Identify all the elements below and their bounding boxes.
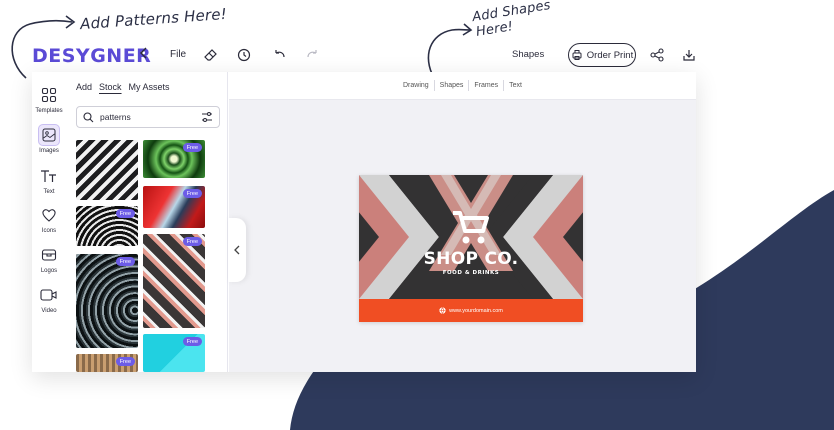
chevron-left-icon	[234, 245, 240, 255]
tab-separator	[433, 80, 435, 91]
free-badge: Free	[115, 209, 135, 218]
sidebar-item-icons[interactable]: Icons	[32, 204, 66, 234]
app-header: DESYGNER File Shapes Order Print	[32, 40, 712, 72]
image-icon	[38, 124, 60, 146]
app-logo: DESYGNER	[32, 45, 152, 67]
assets-panel: Add Stock My Assets patterns Free Free F…	[70, 72, 228, 372]
free-badge: Free	[115, 357, 135, 366]
file-menu[interactable]: File	[170, 49, 186, 60]
search-input[interactable]: patterns	[76, 106, 220, 128]
sidebar-item-label: Icons	[41, 228, 57, 234]
free-badge: Free	[182, 189, 202, 198]
pattern-thumbnail[interactable]: Free	[76, 354, 138, 372]
pattern-thumbnail[interactable]	[76, 140, 138, 200]
sidebar-item-templates[interactable]: Templates	[32, 84, 66, 114]
text-icon	[38, 165, 60, 187]
sidebar-item-label: Text	[43, 189, 55, 195]
video-icon	[38, 284, 60, 306]
pattern-thumbnail[interactable]: Free	[143, 234, 205, 328]
tab-drawing[interactable]: Drawing	[403, 82, 429, 89]
annotation-patterns: Add Patterns Here!	[79, 4, 228, 34]
sidebar-item-label: Video	[41, 308, 57, 314]
globe-icon	[439, 307, 446, 314]
free-badge: Free	[182, 237, 202, 246]
search-icon	[83, 111, 94, 122]
free-badge: Free	[182, 337, 202, 346]
tab-shapes[interactable]: Shapes	[440, 82, 464, 89]
cart-icon	[453, 211, 489, 244]
sidebar-item-label: Images	[39, 148, 59, 154]
sidebar-item-text[interactable]: Text	[32, 165, 66, 195]
pattern-thumbnail[interactable]: Free	[143, 186, 205, 228]
collapse-panel-button[interactable]	[228, 218, 246, 282]
order-print-label: Order Print	[586, 49, 634, 61]
sidebar-item-label: Logos	[40, 268, 58, 274]
share-icon[interactable]	[648, 46, 666, 64]
canvas-tabs: Drawing Shapes Frames Text	[229, 72, 696, 100]
shapes-label[interactable]: Shapes	[512, 49, 544, 60]
free-badge: Free	[115, 257, 135, 266]
panel-tabs: Add Stock My Assets	[76, 82, 170, 92]
redo-icon[interactable]	[304, 46, 322, 64]
tab-frames[interactable]: Frames	[474, 82, 498, 89]
heart-icon	[38, 204, 60, 226]
history-icon[interactable]	[235, 46, 253, 64]
logo-icon	[38, 244, 60, 266]
free-badge: Free	[182, 143, 202, 152]
back-icon[interactable]	[138, 46, 150, 60]
pattern-thumbnail[interactable]: Free	[76, 254, 138, 348]
eraser-icon[interactable]	[202, 46, 220, 64]
sidebar-item-logos[interactable]: Logos	[32, 244, 66, 274]
pattern-thumbnail[interactable]: Free	[143, 334, 205, 372]
sidebar-item-images[interactable]: Images	[32, 124, 66, 154]
design-footer-band: www.yourdomain.com	[359, 299, 583, 322]
design-subtitle: FOOD & DRINKS	[442, 270, 500, 276]
tab-separator	[503, 80, 505, 91]
tab-separator	[468, 80, 470, 91]
tab-my-assets[interactable]: My Assets	[129, 82, 170, 92]
canvas-area: Drawing Shapes Frames Text SHOP CO. FOOD…	[229, 72, 696, 372]
design-card[interactable]: SHOP CO. FOOD & DRINKS www.yourdomain.co…	[359, 175, 583, 322]
undo-icon[interactable]	[270, 46, 288, 64]
sidebar-item-video[interactable]: Video	[32, 284, 66, 314]
printer-icon	[572, 50, 582, 60]
tab-text[interactable]: Text	[509, 82, 522, 89]
sidebar-item-label: Templates	[35, 108, 63, 114]
pattern-thumbnail[interactable]: Free	[143, 140, 205, 178]
pattern-thumbnail[interactable]: Free	[76, 206, 138, 246]
search-value: patterns	[100, 112, 131, 122]
app-window: Templates Images Text Icons Logos Video …	[32, 72, 696, 372]
design-website: www.yourdomain.com	[449, 307, 503, 314]
left-rail: Templates Images Text Icons Logos Video	[32, 72, 66, 372]
download-icon[interactable]	[680, 46, 698, 64]
grid-icon	[38, 84, 60, 106]
tab-stock[interactable]: Stock	[99, 82, 122, 92]
tab-add[interactable]: Add	[76, 82, 92, 92]
order-print-button[interactable]: Order Print	[568, 43, 636, 67]
filter-icon[interactable]	[201, 111, 213, 123]
design-title: SHOP CO.	[423, 249, 519, 269]
